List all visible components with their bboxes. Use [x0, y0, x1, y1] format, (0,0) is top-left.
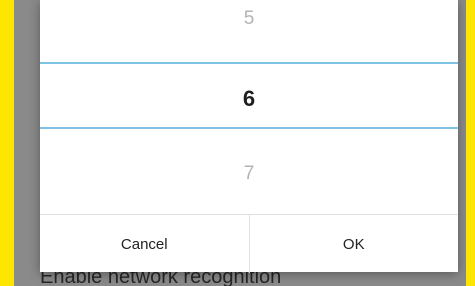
dialog-button-bar: Cancel OK — [40, 214, 458, 273]
picker-divider-top — [40, 62, 458, 64]
cancel-button[interactable]: Cancel — [40, 215, 250, 273]
picker-previous-value[interactable]: 5 — [40, 8, 458, 30]
picker-divider-bottom — [40, 127, 458, 129]
picker-next-value[interactable]: 7 — [40, 163, 458, 185]
number-picker-dialog: 5 6 7 Cancel OK — [40, 0, 458, 273]
screen: Enable network recognition 5 6 7 Cancel … — [14, 0, 466, 286]
picker-selected-value[interactable]: 6 — [40, 86, 458, 112]
number-picker[interactable]: 5 6 7 — [40, 0, 458, 212]
ok-button[interactable]: OK — [250, 215, 459, 273]
